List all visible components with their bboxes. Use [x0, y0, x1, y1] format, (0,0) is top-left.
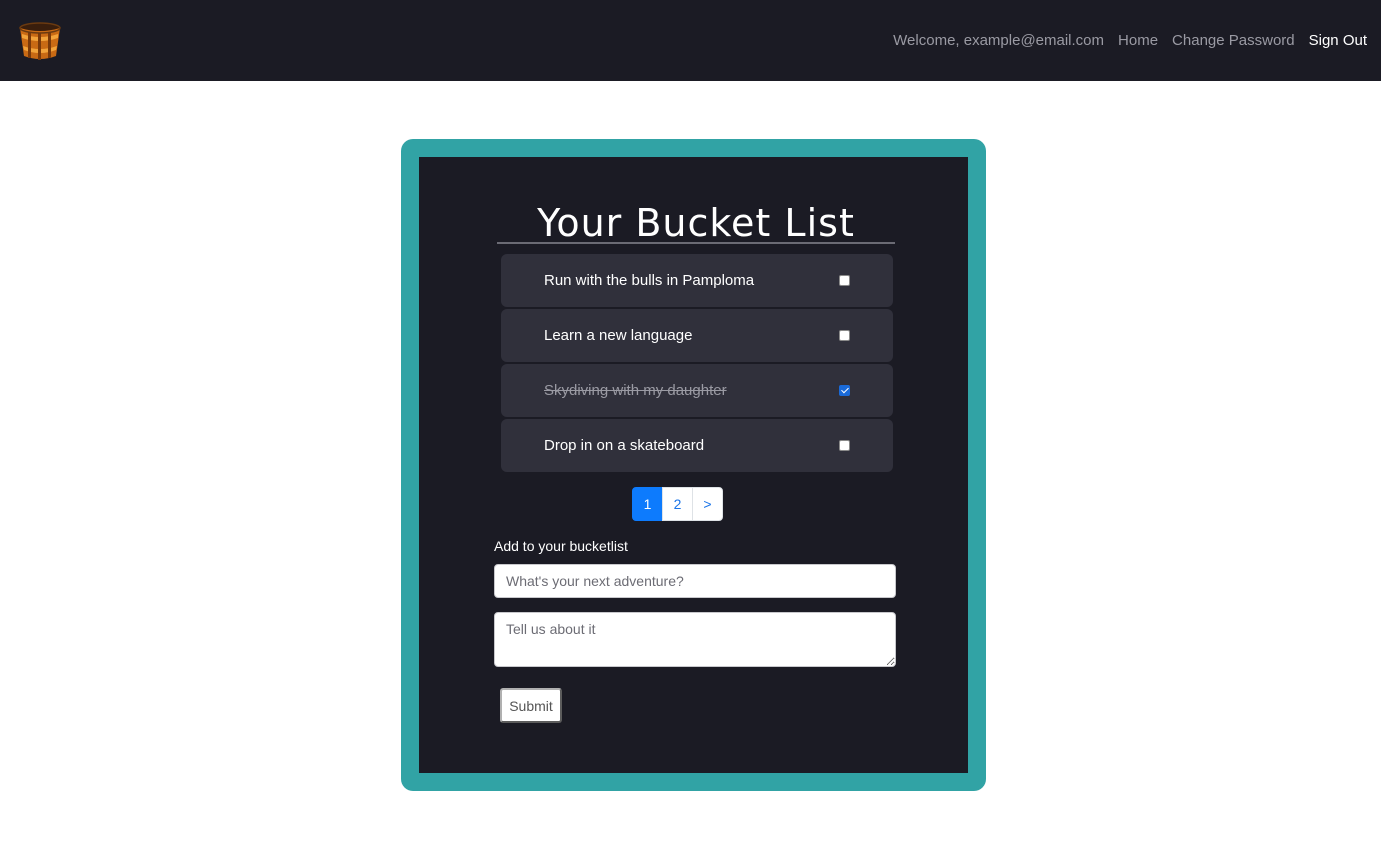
page-1-button[interactable]: 1: [632, 487, 663, 521]
submit-button[interactable]: Submit: [500, 688, 562, 723]
title-divider: [497, 242, 895, 244]
welcome-text: Welcome, example@email.com: [893, 32, 1105, 49]
list-item: Drop in on a skateboard: [501, 419, 893, 472]
bucket-icon[interactable]: [18, 22, 62, 61]
list-item-label: Run with the bulls in Pamploma: [544, 272, 755, 289]
nav-home-link[interactable]: Home: [1118, 32, 1158, 49]
bucket-list: Run with the bulls in Pamploma Learn a n…: [501, 254, 893, 474]
bucket-list-card: Your Bucket List Run with the bulls in P…: [401, 139, 986, 791]
list-item: Run with the bulls in Pamploma: [501, 254, 893, 307]
nav-change-password-link[interactable]: Change Password: [1172, 32, 1295, 49]
list-item-checkbox[interactable]: [839, 330, 850, 341]
list-item-checkbox[interactable]: [839, 275, 850, 286]
list-item-checkbox[interactable]: [839, 385, 850, 396]
nav-links: Welcome, example@email.com Home Change P…: [879, 0, 1367, 81]
page-2-button[interactable]: 2: [662, 487, 693, 521]
pagination: 1 2 >: [632, 487, 723, 521]
list-item-label: Skydiving with my daughter: [544, 382, 727, 399]
navbar: Welcome, example@email.com Home Change P…: [0, 0, 1381, 81]
list-item-checkbox[interactable]: [839, 440, 850, 451]
bucket-list-card-body: Your Bucket List Run with the bulls in P…: [419, 157, 968, 773]
nav-sign-out-link[interactable]: Sign Out: [1309, 32, 1367, 49]
list-item-label: Drop in on a skateboard: [544, 437, 705, 454]
page-title: Your Bucket List: [537, 201, 855, 245]
adventure-description-textarea[interactable]: [494, 612, 896, 667]
list-item: Skydiving with my daughter: [501, 364, 893, 417]
list-item-label: Learn a new language: [544, 327, 693, 344]
list-item: Learn a new language: [501, 309, 893, 362]
add-item-label: Add to your bucketlist: [494, 538, 628, 554]
adventure-title-input[interactable]: [494, 564, 896, 598]
next-page-button[interactable]: >: [692, 487, 723, 521]
